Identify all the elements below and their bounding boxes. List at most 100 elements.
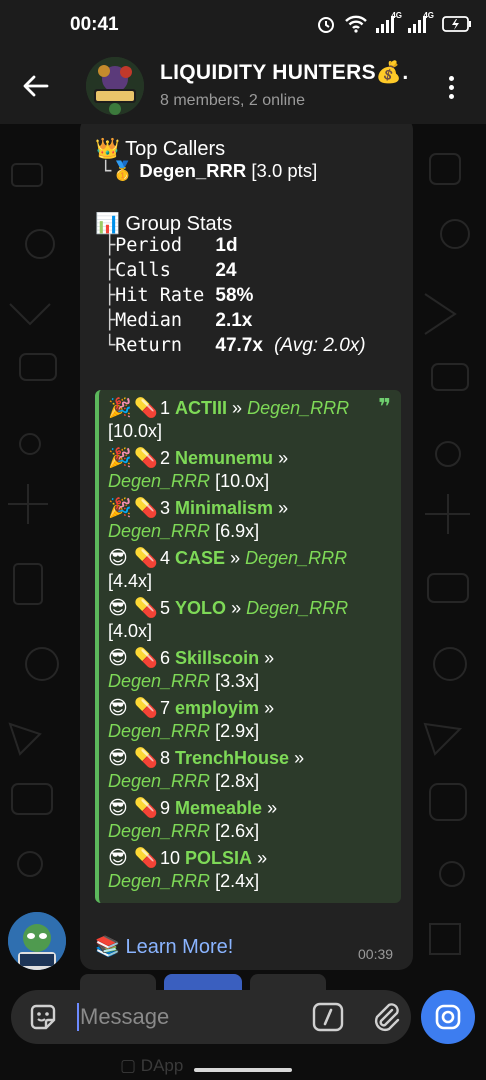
keyboard-key — [80, 974, 156, 990]
separator: » — [232, 398, 243, 418]
separator: » — [264, 698, 275, 718]
learn-more-link[interactable]: 📚 Learn More! — [95, 934, 233, 959]
sender-avatar[interactable] — [8, 912, 66, 970]
separator: » — [267, 798, 278, 818]
status-time: 00:41 — [70, 14, 119, 35]
network-label: 4G — [391, 11, 402, 20]
leaderboard-entry: 😎 💊 6 Skillscoin » — [108, 646, 274, 670]
separator: » — [264, 648, 275, 668]
caller-name: Degen_RRR — [108, 471, 211, 491]
leaderboard-entry-detail: [4.4x] — [108, 571, 152, 592]
leaderboard-entry-detail: Degen_RRR [2.4x] — [108, 871, 259, 892]
stat-value: 24 — [215, 260, 237, 281]
chat-area[interactable]: 👑 Top Callers └🥇 Degen_RRR [3.0 pts] 📊 G… — [0, 124, 486, 990]
leaderboard-entry-detail: Degen_RRR [3.3x] — [108, 671, 259, 692]
multiplier: [2.6x] — [215, 821, 260, 841]
message-input[interactable] — [80, 1003, 300, 1031]
caller-name: Degen_RRR — [108, 821, 211, 841]
leaderboard-entry: 😎 💊 9 Memeable » — [108, 796, 277, 820]
caller-name: Degen_RRR — [247, 398, 350, 418]
caller-name: Degen_RRR — [108, 721, 211, 741]
network-label-2: 4G — [423, 11, 434, 20]
coin-name: CASE — [175, 548, 226, 568]
coin-name: employim — [175, 698, 260, 718]
party-icon: 😎 — [108, 598, 128, 619]
alarm-icon — [318, 17, 334, 33]
home-indicator[interactable] — [194, 1068, 292, 1072]
sender-avatar-image — [8, 912, 66, 970]
keyboard-key — [250, 974, 326, 990]
group-avatar[interactable] — [86, 57, 144, 115]
leaderboard-entry: 😎 💊 7 employim » — [108, 696, 274, 720]
party-icon: 😎 — [108, 648, 128, 669]
caller-name: Degen_RRR — [108, 521, 211, 541]
medal-icon: 🥇 — [111, 160, 135, 181]
stat-value: 2.1x — [215, 310, 253, 331]
group-stat-row: ├Calls 24 — [104, 260, 237, 281]
rank-number: 8 — [160, 748, 171, 768]
stat-label: Hit Rate — [115, 285, 216, 306]
books-icon: 📚 — [95, 936, 120, 958]
multiplier: [3.3x] — [215, 671, 260, 691]
separator: » — [278, 448, 289, 468]
leaderboard-entry-detail: Degen_RRR [6.9x] — [108, 521, 259, 542]
stat-label: Return — [115, 335, 216, 356]
rank-number: 5 — [160, 598, 171, 618]
rank-number: 10 — [160, 848, 181, 868]
emoji-button[interactable] — [28, 1002, 58, 1032]
rank-number: 4 — [160, 548, 171, 568]
rank-number: 7 — [160, 698, 171, 718]
signal-icon-2: 4G — [408, 11, 434, 33]
top-caller-entry: └🥇 Degen_RRR [3.0 pts] — [100, 160, 318, 182]
multiplier: [10.0x] — [215, 471, 270, 491]
caller-name: Degen_RRR — [108, 871, 211, 891]
rank-number: 2 — [160, 448, 171, 468]
pill-icon: 💊 — [134, 398, 158, 419]
camera-button[interactable] — [421, 990, 475, 1044]
pill-icon: 💊 — [134, 598, 158, 619]
camera-icon — [435, 1004, 461, 1030]
group-stat-row: ├Period 1d — [104, 235, 238, 256]
coin-name: POLSIA — [185, 848, 253, 868]
wifi-icon — [345, 15, 367, 33]
more-vertical-icon — [448, 75, 454, 81]
paperclip-icon — [374, 1003, 400, 1032]
multiplier: [6.9x] — [215, 521, 260, 541]
bar-chart-icon: 📊 — [95, 213, 120, 235]
composer-bar: ▢ DApp — [0, 990, 486, 1080]
stat-extra: (Avg: 2.0x) — [274, 335, 366, 356]
leaderboard-entry: 😎 💊 4 CASE » Degen_RRR — [108, 546, 347, 570]
pill-icon: 💊 — [134, 798, 158, 819]
leaderboard-entry-detail: [4.0x] — [108, 621, 152, 642]
multiplier: [2.8x] — [215, 771, 260, 791]
multiplier: [4.4x] — [108, 571, 153, 591]
more-menu-button[interactable] — [434, 70, 468, 104]
group-title[interactable]: LIQUIDITY HUNTERS💰. — [160, 61, 408, 85]
status-bar: 00:41 4G 4G — [0, 0, 486, 48]
dapp-hint: ▢ DApp — [120, 1056, 184, 1075]
group-stat-row: ├Hit Rate 58% — [104, 285, 254, 306]
pill-icon: 💊 — [134, 698, 158, 719]
group-stats-title: 📊 Group Stats — [95, 213, 233, 235]
attach-button[interactable] — [370, 1000, 402, 1034]
leaderboard-entry: 🎉 💊 1 ACTIII » Degen_RRR — [108, 396, 349, 420]
multiplier: [10.0x] — [108, 421, 163, 441]
separator: » — [230, 548, 241, 568]
back-button[interactable] — [18, 68, 54, 104]
leaderboard-entry: 😎 💊 5 YOLO » Degen_RRR — [108, 596, 348, 620]
keyboard-key-active — [164, 974, 242, 990]
leaderboard-entry: 😎 💊 8 TrenchHouse » — [108, 746, 304, 770]
pill-icon: 💊 — [134, 548, 158, 569]
leaderboard-entry: 🎉 💊 3 Minimalism » — [108, 496, 288, 520]
stat-label: Calls — [115, 260, 216, 281]
pill-icon: 💊 — [134, 448, 158, 469]
coin-name: Minimalism — [175, 498, 274, 518]
coin-name: Memeable — [175, 798, 263, 818]
message-time: 00:39 — [358, 946, 394, 962]
slash-command-icon — [312, 1002, 344, 1032]
top-caller-name: Degen_RRR — [139, 160, 247, 181]
group-members-status[interactable]: 8 members, 2 online — [160, 92, 305, 110]
bot-command-button[interactable] — [312, 1002, 344, 1032]
leaderboard-entry-detail: Degen_RRR [10.0x] — [108, 471, 269, 492]
pill-icon: 💊 — [134, 748, 158, 769]
